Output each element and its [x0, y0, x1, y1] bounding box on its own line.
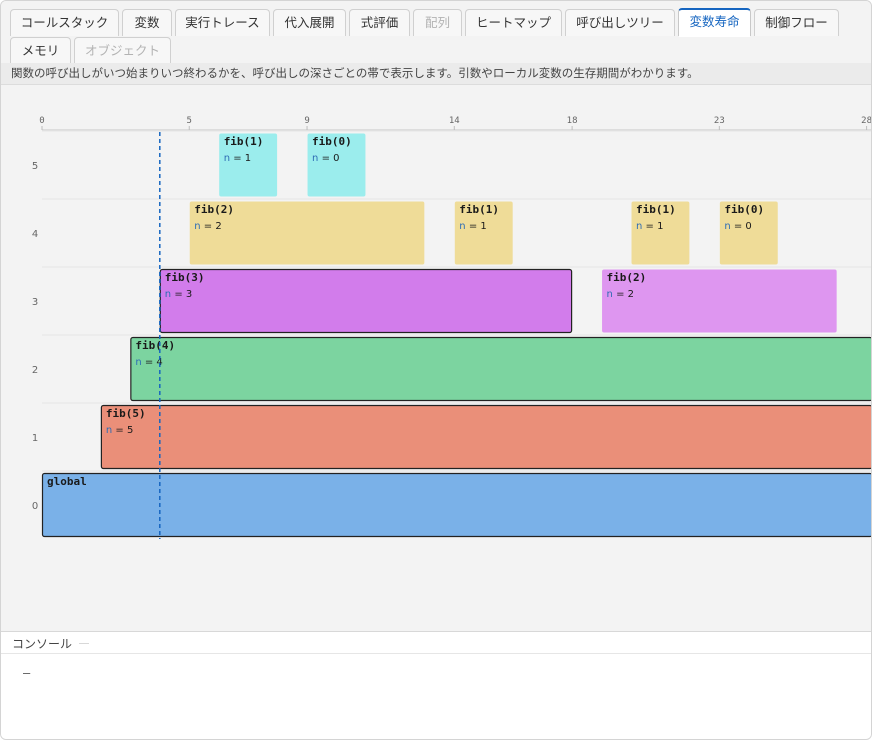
frame-var-label: n = 5 — [106, 425, 133, 436]
frame-name-label: fib(5) — [106, 407, 146, 420]
frame-name-label: fib(2) — [607, 271, 647, 284]
y-tick-label: 2 — [32, 365, 38, 376]
tab-call-stack[interactable]: コールスタック — [10, 9, 119, 36]
y-tick-label: 5 — [32, 161, 38, 172]
frame-name-label: fib(1) — [636, 203, 676, 216]
tab-assignment-expansion[interactable]: 代入展開 — [273, 9, 346, 36]
frame-var-label: n = 3 — [165, 289, 192, 300]
frame-name-label: fib(1) — [224, 135, 264, 148]
x-tick-label: 0 — [39, 116, 44, 126]
app-frame: コールスタック 変数 実行トレース 代入展開 式評価 配列 ヒートマップ 呼び出… — [0, 0, 872, 740]
frame-bar — [159, 268, 573, 334]
x-tick-label: 5 — [187, 116, 192, 126]
y-tick-label: 4 — [32, 229, 38, 240]
y-tick-label: 3 — [32, 297, 38, 308]
tab-heatmap[interactable]: ヒートマップ — [465, 9, 562, 36]
frame-name-label: global — [47, 475, 87, 488]
tab-bar: コールスタック 変数 実行トレース 代入展開 式評価 配列 ヒートマップ 呼び出… — [1, 1, 871, 64]
frame-var-label: n = 0 — [724, 221, 751, 232]
x-tick-label: 9 — [304, 116, 309, 126]
lifetime-chart-svg: 0 5 9 14 18 23 28012345globalfib(5)n = 5fib(4)… — [32, 116, 872, 539]
frame-var-label: n = 4 — [135, 357, 162, 368]
frame-var-label: n = 1 — [459, 221, 486, 232]
frame-name-label: fib(0) — [312, 135, 352, 148]
console-divider — [79, 643, 89, 644]
console-output-area: — — [1, 654, 871, 739]
tab-array: 配列 — [413, 9, 462, 36]
tab-object: オブジェクト — [74, 37, 171, 64]
console-output: — — [23, 666, 31, 680]
y-tick-label: 0 — [32, 501, 38, 512]
frame-var-label: n = 0 — [312, 153, 339, 164]
frame-name-label: fib(4) — [135, 339, 175, 352]
frame-name-label: fib(2) — [194, 203, 234, 216]
x-tick-label: 23 — [714, 116, 725, 126]
frame-bar — [130, 336, 871, 402]
tab-execution-trace[interactable]: 実行トレース — [175, 9, 270, 36]
view-description: 関数の呼び出しがいつ始まりいつ終わるかを、呼び出しの深さごとの帯で表示します。引… — [1, 63, 871, 85]
x-tick-label: 18 — [567, 116, 578, 126]
frame-var-label: n = 1 — [636, 221, 663, 232]
frame-name-label: fib(0) — [724, 203, 764, 216]
tab-control-flow[interactable]: 制御フロー — [754, 9, 839, 36]
frame-bar — [41, 472, 871, 538]
y-tick-label: 1 — [32, 433, 38, 444]
frame-var-label: n = 1 — [224, 153, 251, 164]
tab-variables[interactable]: 変数 — [122, 9, 172, 36]
tab-call-tree[interactable]: 呼び出しツリー — [565, 9, 675, 36]
x-tick-label: 28 — [861, 116, 872, 126]
frame-bar — [100, 404, 871, 470]
frame-name-label: fib(3) — [165, 271, 205, 284]
x-tick-label: 14 — [449, 116, 460, 126]
frame-var-label: n = 2 — [607, 289, 634, 300]
tab-expression-evaluation[interactable]: 式評価 — [349, 9, 410, 36]
lifetime-chart: 0 5 9 14 18 23 28 0 1 2 3 4 5 global fib(5) n = 5 fib(4)… — [1, 86, 872, 631]
frame-var-label: n = 2 — [194, 221, 221, 232]
tab-memory[interactable]: メモリ — [10, 37, 71, 64]
frame-name-label: fib(1) — [459, 203, 499, 216]
console-title: コンソール — [12, 637, 73, 651]
console-header: コンソール — [1, 631, 871, 654]
tab-variable-lifetime[interactable]: 変数寿命 — [678, 8, 751, 37]
